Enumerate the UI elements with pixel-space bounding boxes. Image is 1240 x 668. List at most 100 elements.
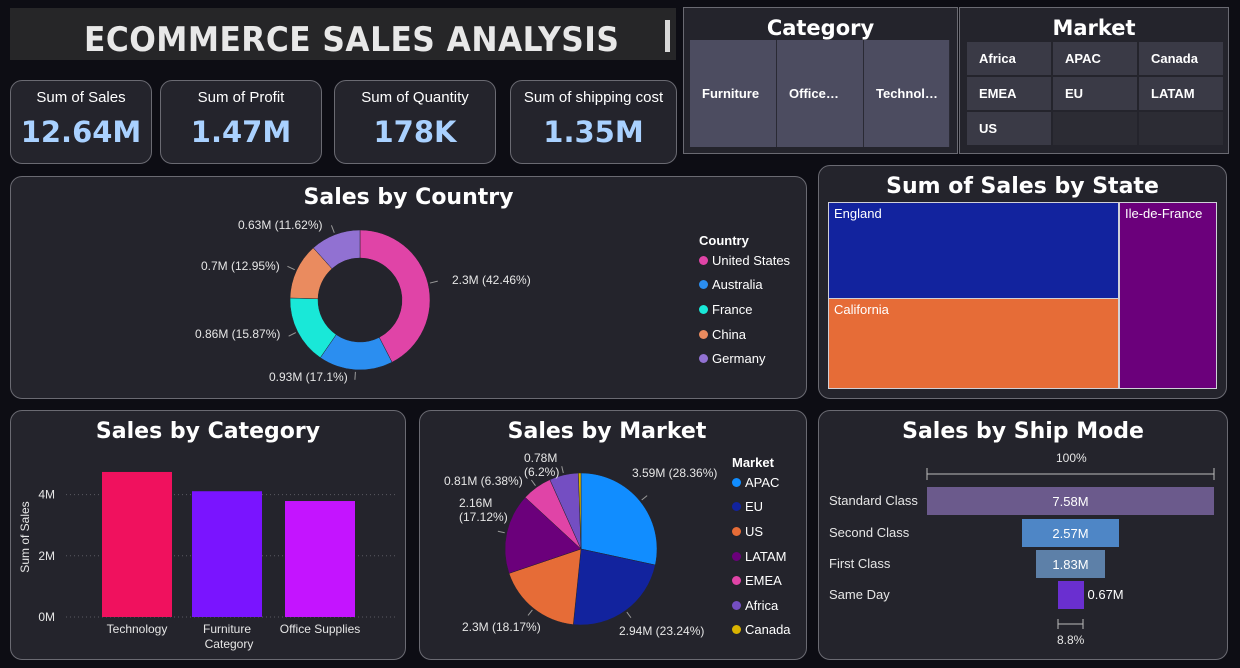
title-accent-bar <box>665 20 670 52</box>
funnel-value-label: 1.83M <box>1052 556 1089 572</box>
market-chip-empty <box>1138 111 1224 146</box>
data-label: 2.16M (17.12%) <box>459 496 508 524</box>
leader-line <box>330 225 335 233</box>
funnel-bar-standard-class[interactable]: 7.58M <box>927 487 1214 515</box>
leader-line <box>641 495 648 501</box>
market-chip-latam[interactable]: LATAM <box>1138 76 1224 111</box>
funnel-value-label: 7.58M <box>1052 493 1089 509</box>
country-legend-item-germany[interactable]: Germany <box>699 346 790 371</box>
x-tick-label: Technology <box>107 622 168 636</box>
y-tick-label: 4M <box>38 488 55 502</box>
data-label: 2.3M (42.46%) <box>452 273 531 287</box>
market-legend-item-latam[interactable]: LATAM <box>732 544 791 569</box>
legend-dot <box>732 502 741 512</box>
data-label: 2.3M (18.17%) <box>462 620 541 634</box>
bar-technology[interactable] <box>102 471 172 617</box>
kpi-value: 1.35M <box>543 115 644 149</box>
treemap-cell-california[interactable]: California <box>828 298 1119 389</box>
legend-label: United States <box>712 252 791 268</box>
market-chip-eu[interactable]: EU <box>1052 76 1138 111</box>
treemap-cell-england[interactable]: England <box>828 202 1119 299</box>
funnel-value-label: 2.57M <box>1052 525 1089 541</box>
legend-title: Market <box>732 455 774 470</box>
sales-by-state-card: Sum of Sales by State England California… <box>818 165 1227 399</box>
market-legend-item-canada[interactable]: Canada <box>732 618 791 643</box>
legend-label: LATAM <box>745 548 787 564</box>
kpi-label: Sum of Profit <box>197 89 285 106</box>
kpi-card-profit[interactable]: Sum of Profit 1.47M <box>160 80 322 164</box>
y-tick-label: 2M <box>38 549 55 563</box>
x-tick-label: Office Supplies <box>280 622 361 636</box>
kpi-value: 178K <box>373 115 457 149</box>
data-label: 0.86M (15.87%) <box>195 327 280 341</box>
chart-title: Sales by Ship Mode <box>902 419 1144 444</box>
funnel-top-pct: 100% <box>1056 451 1087 465</box>
legend-label: EMEA <box>745 573 782 589</box>
market-legend-item-africa[interactable]: Africa <box>732 593 791 618</box>
market-legend-item-apac[interactable]: APAC <box>732 470 791 495</box>
legend-dot <box>732 526 741 536</box>
leader-line <box>288 332 297 337</box>
legend-dot <box>732 576 741 586</box>
country-legend-item-australia[interactable]: Australia <box>699 273 790 298</box>
funnel-category-label: First Class <box>829 556 891 571</box>
legend-dot <box>699 304 708 314</box>
bar-office-supplies[interactable] <box>285 501 355 617</box>
sales-by-market-card: Sales by Market 3.59M (28.36%) 2.94M (23.… <box>419 410 807 660</box>
legend-dot <box>732 477 741 487</box>
legend-dot <box>732 551 741 561</box>
bar-furniture[interactable] <box>192 491 262 617</box>
sales-by-category-card: Sales by Category 0M 2M 4M Technology Furnit… <box>10 410 406 660</box>
market-chip-empty <box>1052 111 1138 146</box>
market-chip-africa[interactable]: Africa <box>966 41 1052 76</box>
country-legend-item-china[interactable]: China <box>699 322 790 347</box>
legend-label: Canada <box>745 622 791 638</box>
sales-by-country-donut[interactable]: 2.3M (42.46%) 0.93M (17.1%) 0.86M (15.87%)… <box>11 177 808 400</box>
sales-by-category-bar-chart[interactable]: 0M 2M 4M Technology Furniture Office Supplies… <box>11 411 407 661</box>
market-chip-emea[interactable]: EMEA <box>966 76 1052 111</box>
market-legend-item-us[interactable]: US <box>732 519 791 544</box>
funnel-bar-first-class[interactable]: 1.83M <box>1035 550 1106 578</box>
x-tick-label: Furniture <box>203 622 251 636</box>
category-chip-office-supplies[interactable]: Office… <box>777 40 864 147</box>
leader-line <box>497 530 505 534</box>
legend-label: China <box>712 326 746 342</box>
funnel-category-label: Second Class <box>829 525 910 540</box>
category-slicer: Category Furniture Office… Technol… <box>683 7 958 154</box>
country-legend-item-france[interactable]: France <box>699 297 790 322</box>
category-chip-technology[interactable]: Technol… <box>864 40 950 147</box>
kpi-card-sales[interactable]: Sum of Sales 12.64M <box>10 80 152 164</box>
chart-title: Sum of Sales by State <box>886 174 1159 199</box>
leader-line <box>429 280 438 284</box>
legend-label: France <box>712 301 753 317</box>
funnel-category-label: Standard Class <box>829 493 918 508</box>
data-label: 2.94M (23.24%) <box>619 624 704 638</box>
market-legend-item-emea[interactable]: EMEA <box>732 568 791 593</box>
y-axis-title: Sum of Sales <box>18 501 32 572</box>
market-chip-apac[interactable]: APAC <box>1052 41 1138 76</box>
country-legend: Country United States Australia France Chin… <box>699 233 790 371</box>
legend-dot <box>699 329 708 339</box>
kpi-card-quantity[interactable]: Sum of Quantity 178K <box>334 80 496 164</box>
market-chip-canada[interactable]: Canada <box>1138 41 1224 76</box>
data-label: 3.59M (28.36%) <box>632 466 717 480</box>
funnel-bar-second-class[interactable]: 2.57M <box>1021 519 1120 547</box>
kpi-card-shipping-cost[interactable]: Sum of shipping cost 1.35M <box>510 80 677 164</box>
treemap-cell-ile-de-france[interactable]: Ile-de-France <box>1119 202 1217 389</box>
legend-label: EU <box>745 499 764 515</box>
category-chip-furniture[interactable]: Furniture <box>690 40 777 147</box>
market-chip-us[interactable]: US <box>966 111 1052 146</box>
legend-label: APAC <box>745 474 780 490</box>
country-legend-item-united-states[interactable]: United States <box>699 248 790 273</box>
market-slicer-title: Market <box>1052 16 1136 40</box>
legend-label: US <box>745 523 764 539</box>
funnel-bottom-range-line <box>1057 619 1084 629</box>
data-label: 0.81M (6.38%) <box>444 474 523 488</box>
funnel-bar-same-day[interactable]: 0.67M <box>1057 581 1124 609</box>
legend-label: Germany <box>712 351 766 367</box>
market-legend-item-eu[interactable]: EU <box>732 495 791 520</box>
legend-title: Country <box>699 233 749 248</box>
x-axis-title: Category <box>205 637 254 651</box>
data-label: 0.78M (6.2%) <box>524 451 559 479</box>
funnel-bottom-pct: 8.8% <box>1057 633 1085 647</box>
